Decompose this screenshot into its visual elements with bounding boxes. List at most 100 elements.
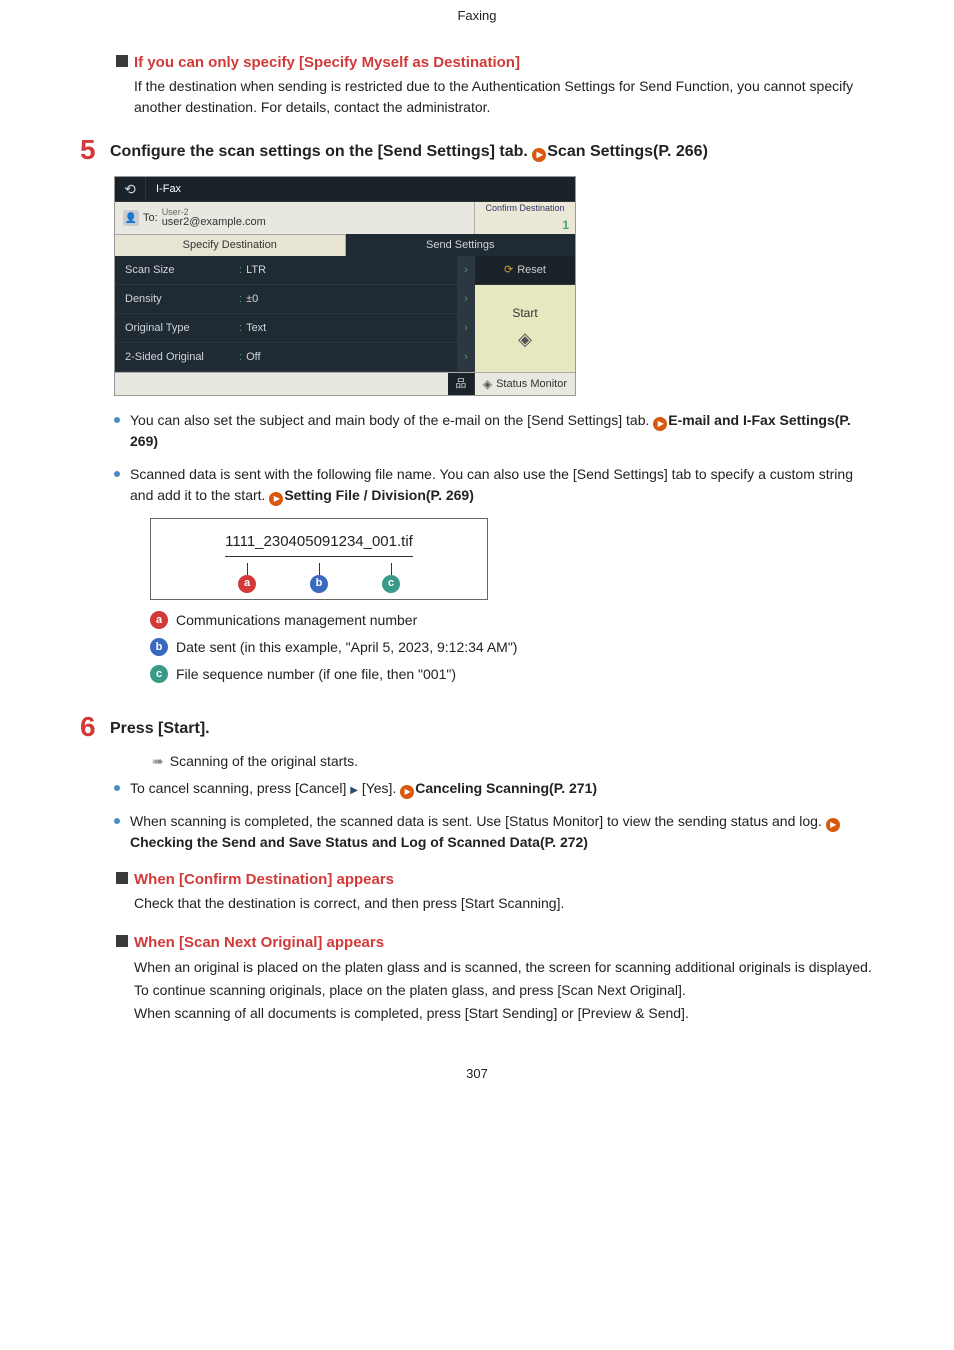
- filename-ext: .tif: [397, 533, 413, 550]
- step-6: 6 Press [Start].: [80, 713, 874, 741]
- subhead-text: If the destination when sending is restr…: [134, 76, 874, 118]
- bullet-dot-icon: [114, 785, 120, 791]
- confirm-label: Confirm Destination: [475, 202, 575, 216]
- play-link-icon: [269, 492, 283, 506]
- scanning-text: Scanning of the original starts.: [170, 751, 358, 772]
- sequence-arrow-icon: ▶: [350, 785, 358, 796]
- cancel-text-a: To cancel scanning, press [Cancel]: [130, 780, 350, 796]
- subhead-confirm-destination: When [Confirm Destination] appears: [116, 869, 874, 892]
- scanning-starts-line: Scanning of the original starts.: [152, 751, 874, 772]
- step-number: 5: [80, 136, 110, 164]
- bullet-text: You can also set the subject and main bo…: [130, 412, 653, 428]
- marker-c-icon: c: [382, 575, 400, 593]
- marker-b-icon: b: [310, 575, 328, 593]
- play-link-icon: [532, 148, 546, 162]
- legend-a: a Communications management number: [150, 610, 874, 631]
- subhead-specify-myself: If you can only specify [Specify Myself …: [116, 52, 874, 75]
- bullet-text: Scanned data is sent with the following …: [130, 466, 853, 503]
- subhead-scan-next: When [Scan Next Original] appears: [116, 932, 874, 955]
- marker-b-icon: b: [150, 638, 168, 656]
- bullet-dot-icon: [114, 818, 120, 824]
- square-bullet-icon: [116, 872, 128, 884]
- row-value: ±0: [246, 291, 457, 308]
- tab-specify-destination[interactable]: Specify Destination: [115, 234, 346, 256]
- chevron-right-icon: ›: [457, 285, 475, 313]
- row-density[interactable]: Density : ±0 ›: [115, 285, 475, 314]
- to-email: user2@example.com: [162, 217, 266, 228]
- row-value: LTR: [246, 262, 457, 279]
- step-title: Press [Start].: [110, 717, 210, 741]
- next-text-1: When an original is placed on the platen…: [134, 957, 874, 978]
- tab-send-settings[interactable]: Send Settings: [346, 234, 576, 256]
- status-diamond-icon: ◈: [483, 375, 492, 393]
- row-2sided[interactable]: 2-Sided Original : Off ›: [115, 343, 475, 372]
- filename-diagram: 1111_230405091234_001.tif a b c: [150, 518, 488, 600]
- filename-part-c: 001: [372, 533, 397, 550]
- scan-settings-link[interactable]: Scan Settings(P. 266): [547, 143, 708, 160]
- legend-b: b Date sent (in this example, "April 5, …: [150, 637, 874, 658]
- play-link-icon: [653, 417, 667, 431]
- ifax-label: I-Fax: [146, 177, 191, 201]
- square-bullet-icon: [116, 55, 128, 67]
- step-title: Configure the scan settings on the [Send…: [110, 140, 708, 164]
- row-label: Density: [115, 291, 235, 308]
- status-monitor-button[interactable]: ◈ Status Monitor: [475, 373, 575, 395]
- page-number: 307: [0, 1064, 954, 1084]
- next-text-3: When scanning of all documents is comple…: [134, 1003, 874, 1024]
- to-label: To:: [143, 210, 158, 227]
- chevron-right-icon: ›: [457, 343, 475, 371]
- legend-text: File sequence number (if one file, then …: [176, 664, 456, 685]
- arrow-icon: [152, 751, 164, 772]
- legend-text: Date sent (in this example, "April 5, 20…: [176, 637, 517, 658]
- bullet-dot-icon: [114, 417, 120, 423]
- setting-file-link[interactable]: Setting File / Division(P. 269): [284, 487, 474, 503]
- row-original-type[interactable]: Original Type : Text ›: [115, 314, 475, 343]
- row-label: Scan Size: [115, 262, 235, 279]
- bullet-email-ifax: You can also set the subject and main bo…: [114, 410, 874, 452]
- row-scan-size[interactable]: Scan Size : LTR ›: [115, 256, 475, 285]
- subhead-title: When [Confirm Destination] appears: [134, 869, 394, 892]
- chevron-right-icon: ›: [457, 314, 475, 342]
- start-button[interactable]: Start ◈: [475, 285, 575, 372]
- bullet-completed: When scanning is completed, the scanned …: [114, 811, 874, 853]
- subhead-title: If you can only specify [Specify Myself …: [134, 52, 520, 75]
- done-text: When scanning is completed, the scanned …: [130, 813, 826, 829]
- subhead-title: When [Scan Next Original] appears: [134, 932, 384, 955]
- step-number: 6: [80, 713, 110, 741]
- bullet-filename: Scanned data is sent with the following …: [114, 464, 874, 506]
- square-bullet-icon: [116, 935, 128, 947]
- step-5: 5 Configure the scan settings on the [Se…: [80, 136, 874, 164]
- send-settings-screenshot: ⟲ I-Fax 👤 To: User-2 user2@example.com C…: [114, 176, 576, 396]
- back-icon[interactable]: ⟲: [115, 177, 146, 201]
- check-status-link[interactable]: Checking the Send and Save Status and Lo…: [130, 834, 588, 850]
- marker-c-icon: c: [150, 665, 168, 683]
- row-label: 2-Sided Original: [115, 349, 235, 366]
- row-value: Off: [246, 349, 457, 366]
- confirm-count: 1: [562, 216, 575, 234]
- start-diamond-icon: ◈: [518, 326, 532, 353]
- row-label: Original Type: [115, 320, 235, 337]
- reset-button[interactable]: ⟳ Reset: [475, 256, 575, 285]
- play-link-icon: [826, 818, 840, 832]
- play-link-icon: [400, 785, 414, 799]
- cancel-scanning-link[interactable]: Canceling Scanning(P. 271): [415, 780, 597, 796]
- user-icon: 👤: [123, 210, 139, 226]
- status-monitor-label: Status Monitor: [496, 376, 567, 393]
- page-header: Faxing: [0, 0, 954, 32]
- next-text-2: To continue scanning originals, place on…: [134, 980, 874, 1001]
- filename-part-b: 230405091234: [264, 533, 364, 550]
- chevron-right-icon: ›: [457, 256, 475, 284]
- marker-a-icon: a: [238, 575, 256, 593]
- legend-text: Communications management number: [176, 610, 417, 631]
- bullet-cancel: To cancel scanning, press [Cancel] ▶ [Ye…: [114, 778, 874, 799]
- confirm-destination-button[interactable]: Confirm Destination 1: [474, 202, 575, 234]
- step-title-text: Configure the scan settings on the [Send…: [110, 143, 532, 160]
- confirm-text: Check that the destination is correct, a…: [134, 893, 874, 914]
- reset-icon: ⟳: [504, 262, 513, 279]
- row-value: Text: [246, 320, 457, 337]
- filename-part-a: 1111: [225, 533, 255, 550]
- reset-label: Reset: [517, 262, 546, 279]
- to-cell[interactable]: 👤 To: User-2 user2@example.com: [115, 208, 474, 228]
- network-icon: 品: [448, 373, 475, 395]
- bullet-dot-icon: [114, 471, 120, 477]
